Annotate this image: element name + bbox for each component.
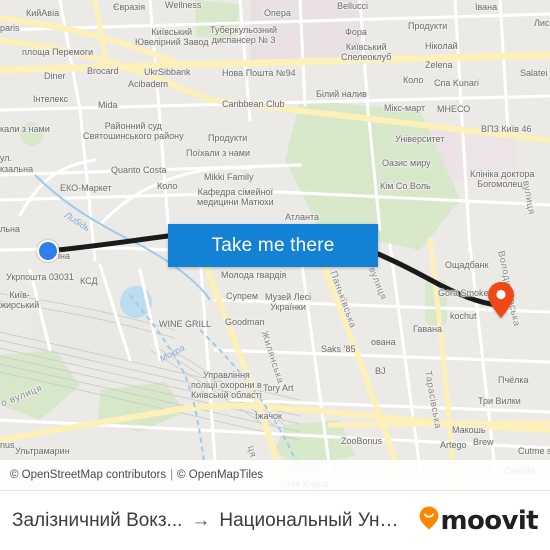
moovit-wordmark: moovit bbox=[440, 505, 538, 536]
map-attribution: © OpenStreetMap contributors | © OpenMap… bbox=[0, 460, 550, 490]
attribution-osm[interactable]: © OpenStreetMap contributors bbox=[10, 469, 166, 481]
attribution-separator: | bbox=[170, 469, 174, 481]
moovit-pin-icon bbox=[419, 506, 439, 535]
arrow-right-icon: → bbox=[191, 510, 211, 531]
origin-dot-icon[interactable] bbox=[37, 240, 59, 262]
moovit-route-preview: КийАвіа Євразія Wellness Опера Bellucci Проду… bbox=[0, 0, 550, 550]
attribution-tiles[interactable]: © OpenMapTiles bbox=[177, 469, 263, 481]
moovit-logo[interactable]: moovit bbox=[419, 505, 539, 536]
map-canvas[interactable]: КийАвіа Євразія Wellness Опера Bellucci Проду… bbox=[0, 0, 550, 490]
route-origin-label: Залізничний Вокз... bbox=[12, 509, 183, 531]
route-summary[interactable]: Залізничний Вокз... → Национальный Униве… bbox=[12, 510, 411, 532]
route-footer-bar: Залізничний Вокз... → Национальный Униве… bbox=[0, 490, 550, 550]
route-destination-label: Национальный Университ... bbox=[219, 509, 400, 531]
take-me-there-button[interactable]: Take me there bbox=[168, 224, 378, 267]
destination-pin-icon[interactable] bbox=[487, 281, 515, 319]
